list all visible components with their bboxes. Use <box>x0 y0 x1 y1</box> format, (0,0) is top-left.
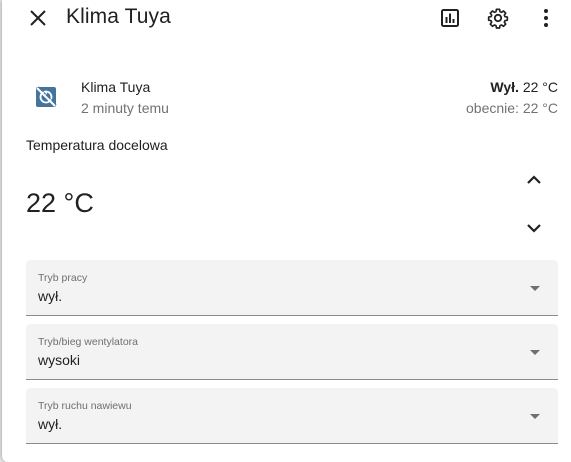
entity-state-row: Klima Tuya 2 minuty temu Wył. 22 °C obec… <box>2 72 571 122</box>
select-label: Tryb pracy <box>38 272 88 284</box>
thermostat-off-icon <box>36 86 57 107</box>
select-label: Tryb/bieg wentylatora <box>38 336 138 348</box>
dots-vertical-icon <box>544 9 548 27</box>
dialog-title: Klima Tuya <box>66 5 171 28</box>
state-label: Wył. <box>490 79 519 95</box>
state-temperature: 22 °C <box>522 79 558 95</box>
target-temperature-value: 22 °C <box>26 188 94 218</box>
select-value: wył. <box>38 288 63 304</box>
select-value: wysoki <box>38 352 81 368</box>
dropdown-arrow-icon <box>530 414 540 419</box>
temperature-up-button[interactable] <box>517 163 551 197</box>
select-value: wył. <box>38 416 63 432</box>
select-label: Tryb ruchu nawiewu <box>38 400 132 412</box>
entity-state: Wył. 22 °C <box>490 79 558 95</box>
target-temperature-label: Temperatura docelowa <box>26 137 168 153</box>
temperature-down-button[interactable] <box>517 211 551 245</box>
gear-icon <box>487 8 509 29</box>
settings-button[interactable] <box>480 0 516 36</box>
dropdown-arrow-icon <box>530 350 540 355</box>
chevron-up-icon <box>527 175 541 184</box>
dialog-header: Klima Tuya <box>2 0 571 34</box>
current-temperature: obecnie: 22 °C <box>466 100 558 116</box>
entity-name: Klima Tuya <box>81 79 151 95</box>
more-menu-button[interactable] <box>528 0 564 36</box>
close-button[interactable] <box>20 0 56 36</box>
chart-box-icon <box>441 9 459 27</box>
hvac-mode-select[interactable]: Tryb pracy wył. <box>26 260 558 316</box>
dropdown-arrow-icon <box>530 286 540 291</box>
chevron-down-icon <box>527 224 541 233</box>
more-info-dialog: Klima Tuya Klima Tuya 2 minuty temu Wył.… <box>2 0 571 462</box>
swing-mode-select[interactable]: Tryb ruchu nawiewu wył. <box>26 388 558 444</box>
entity-icon <box>32 83 60 111</box>
fan-mode-select[interactable]: Tryb/bieg wentylatora wysoki <box>26 324 558 380</box>
close-icon <box>30 10 46 26</box>
entity-last-changed: 2 minuty temu <box>81 100 169 116</box>
history-button[interactable] <box>432 0 468 36</box>
